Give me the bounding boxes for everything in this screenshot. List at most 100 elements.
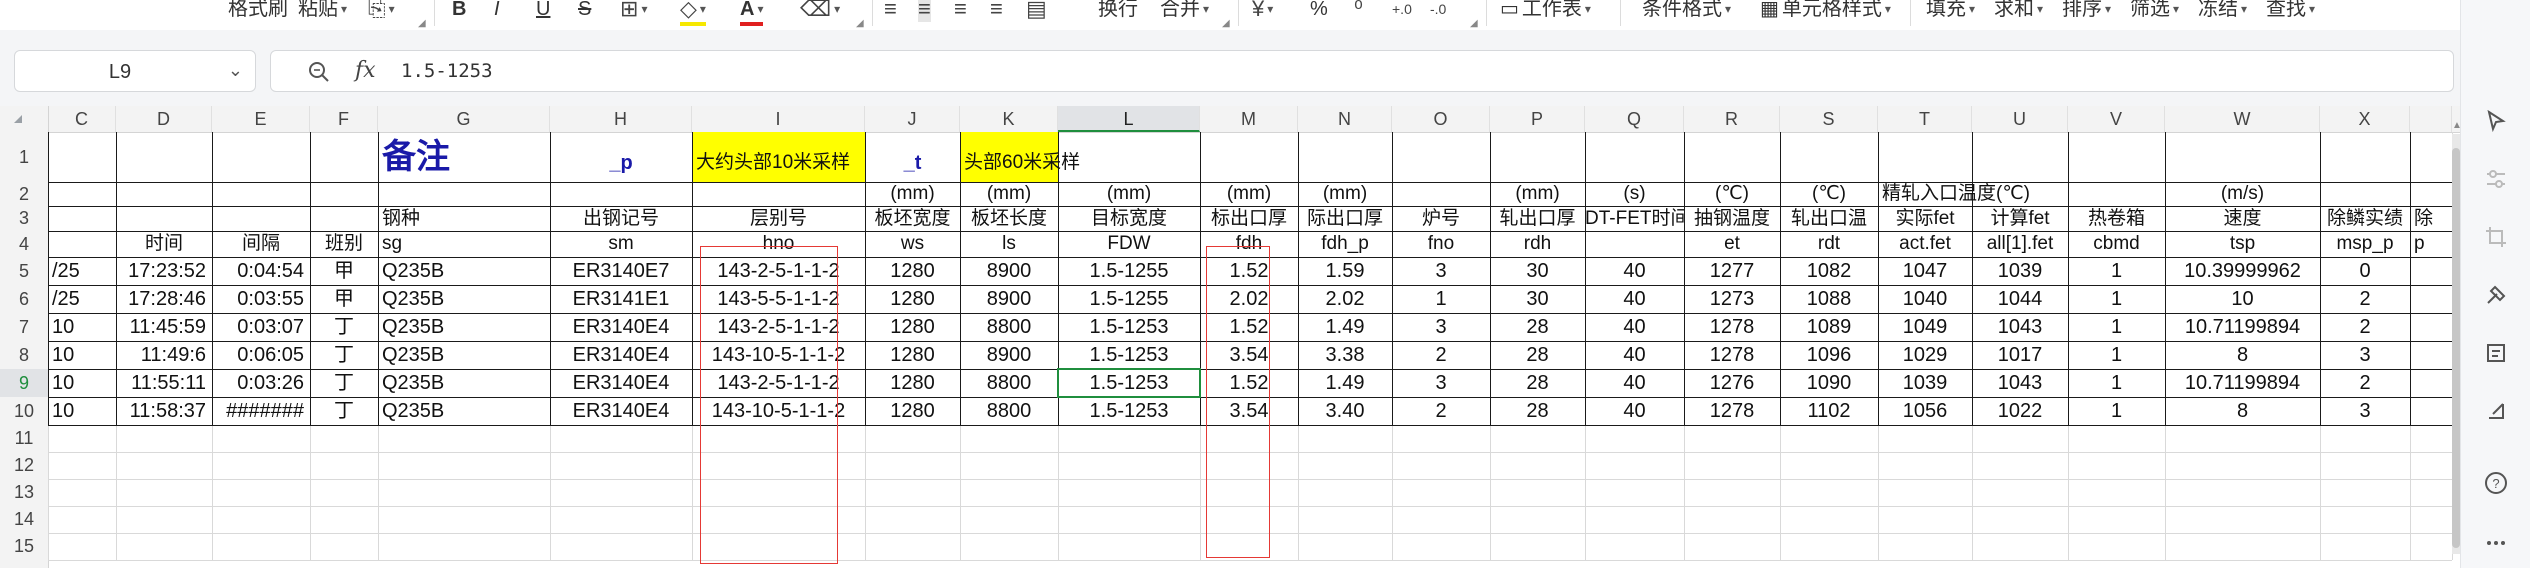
- cell-i3[interactable]: 层别号: [692, 206, 865, 231]
- fx-icon[interactable]: fx: [355, 58, 376, 83]
- cell-k1[interactable]: 头部60米采样: [960, 132, 1080, 182]
- cell-g7[interactable]: Q235B: [378, 313, 550, 341]
- cell-j9[interactable]: 1280: [865, 369, 960, 397]
- cell-x5[interactable]: 0: [2320, 257, 2410, 285]
- cell-s4[interactable]: rdt: [1780, 231, 1878, 257]
- cell-r6[interactable]: 1273: [1684, 285, 1780, 313]
- chevron-down-icon[interactable]: ⌄: [228, 60, 243, 81]
- cell-x7[interactable]: 2: [2320, 313, 2410, 341]
- cell-m2[interactable]: (mm): [1200, 182, 1298, 206]
- freeze-button[interactable]: 冻结 ▾: [2198, 0, 2247, 22]
- cell-v9[interactable]: 1: [2068, 369, 2165, 397]
- column-header-o[interactable]: O: [1392, 106, 1490, 132]
- font-color-button[interactable]: A ▾: [740, 0, 764, 26]
- cell-d7[interactable]: 11:45:59: [116, 313, 212, 341]
- row-header-15[interactable]: 15: [0, 533, 48, 560]
- cell-q5[interactable]: 40: [1585, 257, 1684, 285]
- cell-l3[interactable]: 目标宽度: [1058, 206, 1200, 231]
- help-icon[interactable]: ?: [2483, 470, 2509, 496]
- column-header-x[interactable]: X: [2320, 106, 2410, 132]
- cell-w10[interactable]: 8: [2165, 397, 2320, 425]
- cell-s6[interactable]: 1088: [1780, 285, 1878, 313]
- row-header-14[interactable]: 14: [0, 506, 48, 533]
- cell-t5[interactable]: 1047: [1878, 257, 1972, 285]
- cell-f10[interactable]: 丁: [310, 397, 378, 425]
- row-header-12[interactable]: 12: [0, 452, 48, 479]
- row-header-2[interactable]: 2: [0, 182, 48, 206]
- cell-g9[interactable]: Q235B: [378, 369, 550, 397]
- cell-o8[interactable]: 2: [1392, 341, 1490, 369]
- formula-input[interactable]: fx 1.5-1253: [270, 50, 2454, 92]
- italic-button[interactable]: I: [494, 0, 500, 22]
- note-title[interactable]: 备注: [378, 132, 550, 182]
- select-all-corner[interactable]: [0, 106, 49, 132]
- cell-j1[interactable]: _t: [865, 132, 960, 182]
- cell-l10[interactable]: 1.5-1253: [1058, 397, 1200, 425]
- cell-q2[interactable]: (s): [1585, 182, 1684, 206]
- cell-r10[interactable]: 1278: [1684, 397, 1780, 425]
- cell-q7[interactable]: 40: [1585, 313, 1684, 341]
- column-header-h[interactable]: H: [550, 106, 692, 132]
- column-header-partial[interactable]: [2410, 106, 2452, 132]
- cell-p3[interactable]: 轧出口厚: [1490, 206, 1585, 231]
- cell-f6[interactable]: 甲: [310, 285, 378, 313]
- cell-d4[interactable]: 时间: [116, 231, 212, 257]
- cell-h10[interactable]: ER3140E4: [550, 397, 692, 425]
- column-header-v[interactable]: V: [2068, 106, 2165, 132]
- cell-s10[interactable]: 1102: [1780, 397, 1878, 425]
- cell-j8[interactable]: 1280: [865, 341, 960, 369]
- cell-h1[interactable]: _p: [550, 132, 692, 182]
- cell-r5[interactable]: 1277: [1684, 257, 1780, 285]
- tools-icon[interactable]: [2483, 282, 2509, 308]
- cell-w2[interactable]: (m/s): [2165, 182, 2320, 206]
- cell-o7[interactable]: 3: [1392, 313, 1490, 341]
- currency-button[interactable]: ¥ ▾: [1252, 0, 1273, 22]
- cell-k9[interactable]: 8800: [960, 369, 1058, 397]
- cell-k4[interactable]: ls: [960, 231, 1058, 257]
- percent-button[interactable]: %: [1310, 0, 1328, 22]
- cell-n5[interactable]: 1.59: [1298, 257, 1392, 285]
- cell-e6[interactable]: 0:03:55: [212, 285, 310, 313]
- cell-n4[interactable]: fdh_p: [1298, 231, 1392, 257]
- align-left-button[interactable]: ≡: [884, 0, 897, 22]
- merge-button[interactable]: 合并 ▾: [1160, 0, 1209, 22]
- align-right-button[interactable]: ≡: [954, 0, 967, 22]
- bold-button[interactable]: B: [452, 0, 466, 22]
- cell-y4[interactable]: p: [2410, 231, 2452, 257]
- formula-value[interactable]: 1.5-1253: [401, 60, 493, 82]
- cell-j10[interactable]: 1280: [865, 397, 960, 425]
- cell-t9[interactable]: 1039: [1878, 369, 1972, 397]
- cell-o3[interactable]: 炉号: [1392, 206, 1490, 231]
- row-header-13[interactable]: 13: [0, 479, 48, 506]
- cell-v8[interactable]: 1: [2068, 341, 2165, 369]
- cell-f9[interactable]: 丁: [310, 369, 378, 397]
- cell-k7[interactable]: 8800: [960, 313, 1058, 341]
- cell-d8[interactable]: 11:49:6: [116, 341, 212, 369]
- cell-q10[interactable]: 40: [1585, 397, 1684, 425]
- cell-i1[interactable]: 大约头部10米采样: [692, 132, 865, 182]
- column-header-l[interactable]: L: [1058, 106, 1200, 132]
- column-header-p[interactable]: P: [1490, 106, 1585, 132]
- cell-k10[interactable]: 8800: [960, 397, 1058, 425]
- cell-n3[interactable]: 际出口厚: [1298, 206, 1392, 231]
- column-header-f[interactable]: F: [310, 106, 378, 132]
- cell-u7[interactable]: 1043: [1972, 313, 2068, 341]
- column-header-d[interactable]: D: [116, 106, 212, 132]
- column-header-n[interactable]: N: [1298, 106, 1392, 132]
- cell-h6[interactable]: ER3141E1: [550, 285, 692, 313]
- cell-t8[interactable]: 1029: [1878, 341, 1972, 369]
- distributed-button[interactable]: ▤: [1026, 0, 1047, 22]
- cell-n8[interactable]: 3.38: [1298, 341, 1392, 369]
- cell-c8[interactable]: 10: [48, 341, 116, 369]
- cell-x9[interactable]: 2: [2320, 369, 2410, 397]
- cell-u8[interactable]: 1017: [1972, 341, 2068, 369]
- cell-x8[interactable]: 3: [2320, 341, 2410, 369]
- cell-w5[interactable]: 10.39999962: [2165, 257, 2320, 285]
- cell-o10[interactable]: 2: [1392, 397, 1490, 425]
- cell-j6[interactable]: 1280: [865, 285, 960, 313]
- row-header-7[interactable]: 7: [0, 313, 48, 341]
- cell-t7[interactable]: 1049: [1878, 313, 1972, 341]
- cell-w8[interactable]: 8: [2165, 341, 2320, 369]
- column-header-i[interactable]: I: [692, 106, 865, 132]
- column-header-g[interactable]: G: [378, 106, 550, 132]
